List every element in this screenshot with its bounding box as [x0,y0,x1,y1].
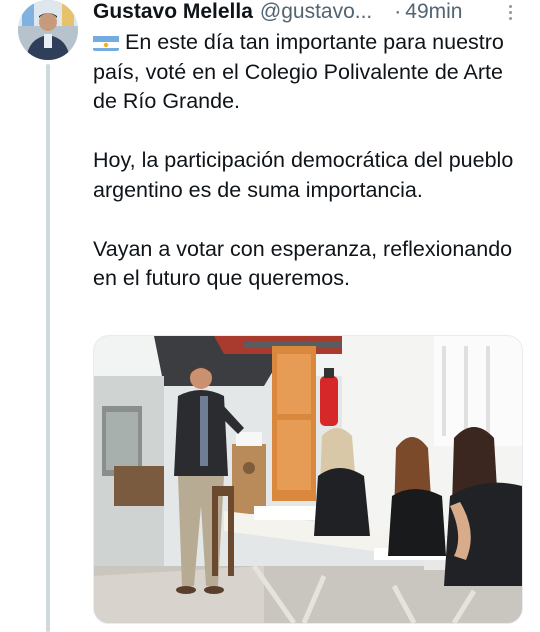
more-options-icon[interactable] [500,2,520,22]
voting-photo [94,336,522,623]
avatar-photo [18,0,78,60]
separator-dot: · [394,0,402,23]
author-handle[interactable]: @gustavo... [260,0,372,25]
tweet-paragraph-1: En este día tan importante para nuestro … [93,30,504,113]
avatar[interactable] [18,0,78,60]
author-name[interactable]: Gustavo Melella [93,0,253,25]
tweet-header: Gustavo Melella @gustavo... · 49min [93,0,520,26]
tweet-paragraph-2: Hoy, la participación democrática del pu… [93,148,514,202]
tweet: Gustavo Melella @gustavo... · 49min En e… [0,0,540,632]
tweet-text: En este día tan importante para nuestro … [93,28,525,294]
argentina-flag-icon [93,33,119,51]
tweet-photo[interactable] [93,335,523,624]
tweet-timestamp[interactable]: 49min [405,0,462,25]
thread-line [46,64,50,632]
tweet-paragraph-3: Vayan a votar con esperanza, reflexionan… [93,236,513,291]
